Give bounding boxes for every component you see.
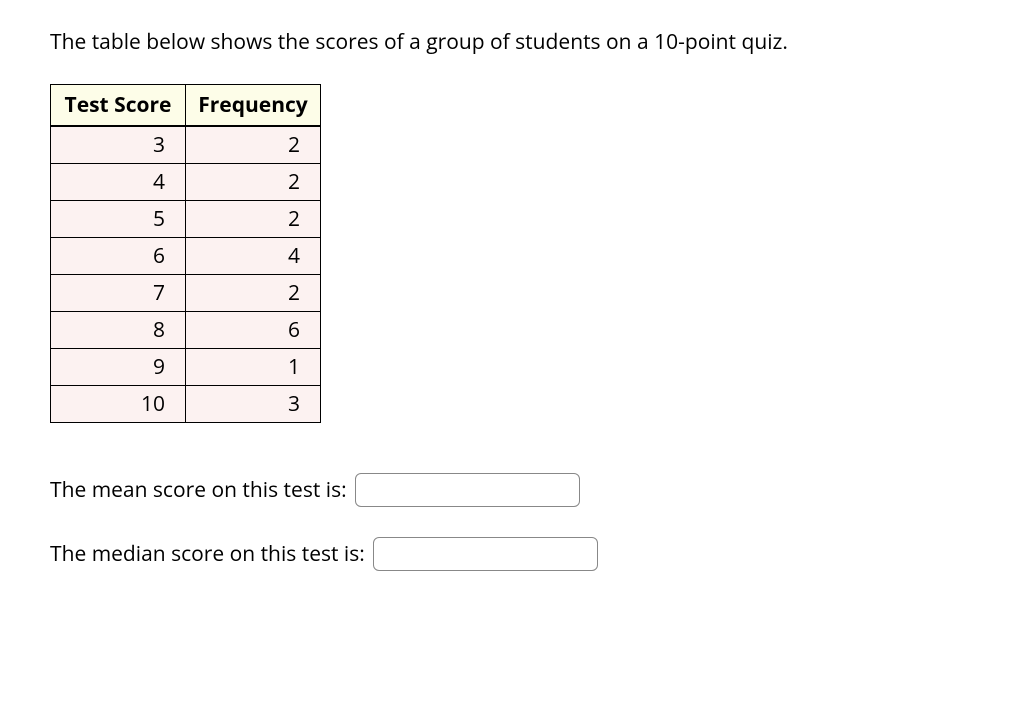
median-input[interactable]	[373, 537, 598, 571]
mean-input[interactable]	[355, 473, 580, 507]
frequency-table: Test Score Frequency 3 2 4 2 5 2 6 4 7 2…	[50, 84, 321, 423]
cell-freq: 1	[186, 349, 321, 386]
cell-score: 6	[51, 238, 186, 275]
median-label: The median score on this test is:	[50, 540, 365, 568]
table-row: 7 2	[51, 275, 321, 312]
cell-score: 4	[51, 164, 186, 201]
cell-score: 8	[51, 312, 186, 349]
cell-freq: 2	[186, 164, 321, 201]
cell-freq: 3	[186, 386, 321, 423]
header-frequency: Frequency	[186, 85, 321, 127]
table-row: 4 2	[51, 164, 321, 201]
mean-question-row: The mean score on this test is:	[50, 473, 974, 507]
cell-score: 9	[51, 349, 186, 386]
cell-score: 10	[51, 386, 186, 423]
cell-score: 3	[51, 126, 186, 164]
mean-label: The mean score on this test is:	[50, 476, 347, 504]
cell-freq: 4	[186, 238, 321, 275]
cell-score: 5	[51, 201, 186, 238]
table-row: 9 1	[51, 349, 321, 386]
median-question-row: The median score on this test is:	[50, 537, 974, 571]
cell-freq: 2	[186, 201, 321, 238]
header-test-score: Test Score	[51, 85, 186, 127]
table-row: 3 2	[51, 126, 321, 164]
cell-freq: 6	[186, 312, 321, 349]
table-row: 10 3	[51, 386, 321, 423]
cell-freq: 2	[186, 126, 321, 164]
cell-score: 7	[51, 275, 186, 312]
table-row: 8 6	[51, 312, 321, 349]
intro-text: The table below shows the scores of a gr…	[50, 28, 974, 56]
table-row: 5 2	[51, 201, 321, 238]
table-row: 6 4	[51, 238, 321, 275]
table-header-row: Test Score Frequency	[51, 85, 321, 127]
cell-freq: 2	[186, 275, 321, 312]
